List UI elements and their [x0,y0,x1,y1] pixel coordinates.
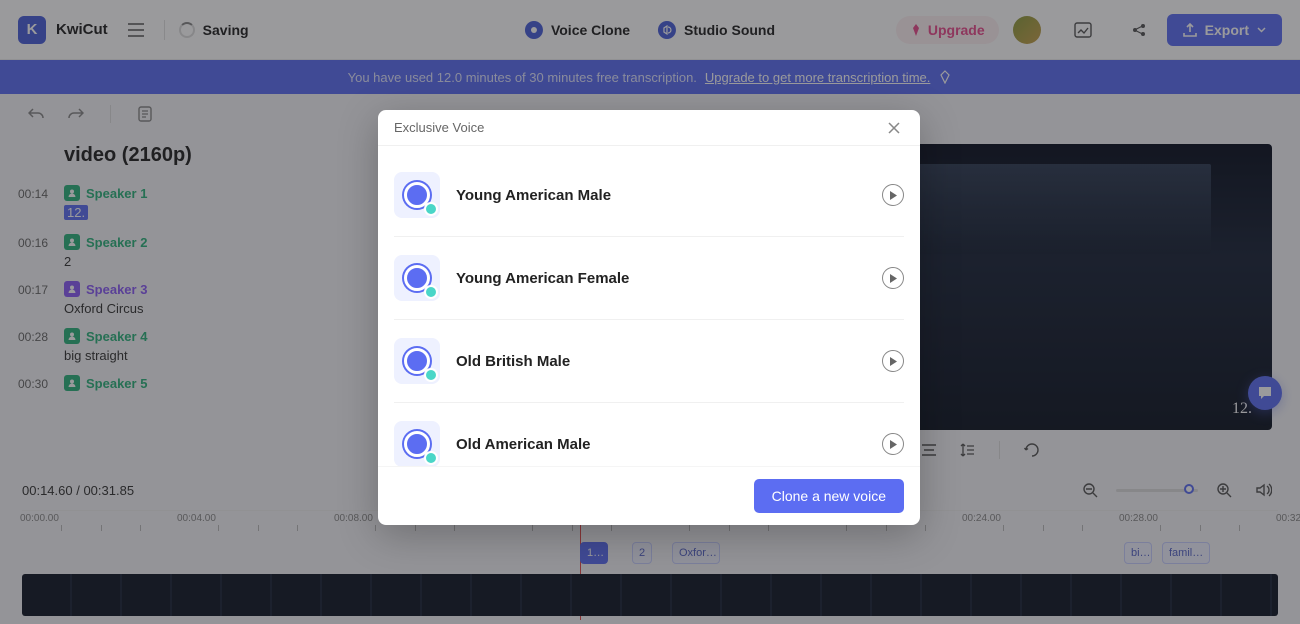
modal-title: Exclusive Voice [394,120,484,135]
voice-item[interactable]: Young American Female [394,237,904,320]
voice-name: Old British Male [456,353,570,370]
play-icon[interactable] [882,267,904,289]
voice-avatar-icon [394,338,440,384]
exclusive-voice-modal: Exclusive Voice Young American MaleYoung… [378,110,920,525]
voice-avatar-icon [394,255,440,301]
modal-header: Exclusive Voice [378,110,920,146]
voice-item[interactable]: Old American Male [394,403,904,466]
voice-avatar-icon [394,172,440,218]
voice-name: Young American Female [456,270,629,287]
play-icon[interactable] [882,184,904,206]
voice-list: Young American Male Young American Female… [378,146,920,466]
app-root: K KwiCut Saving Voice Clone Studio Sound [0,0,1300,624]
modal-footer: Clone a new voice [378,466,920,525]
voice-name: Young American Male [456,187,611,204]
clone-new-voice-button[interactable]: Clone a new voice [754,479,904,513]
close-icon[interactable] [884,118,904,138]
play-icon[interactable] [882,433,904,455]
play-icon[interactable] [882,350,904,372]
voice-item[interactable]: Old British Male [394,320,904,403]
voice-avatar-icon [394,421,440,466]
voice-name: Old American Male [456,436,591,453]
voice-item[interactable]: Young American Male [394,154,904,237]
